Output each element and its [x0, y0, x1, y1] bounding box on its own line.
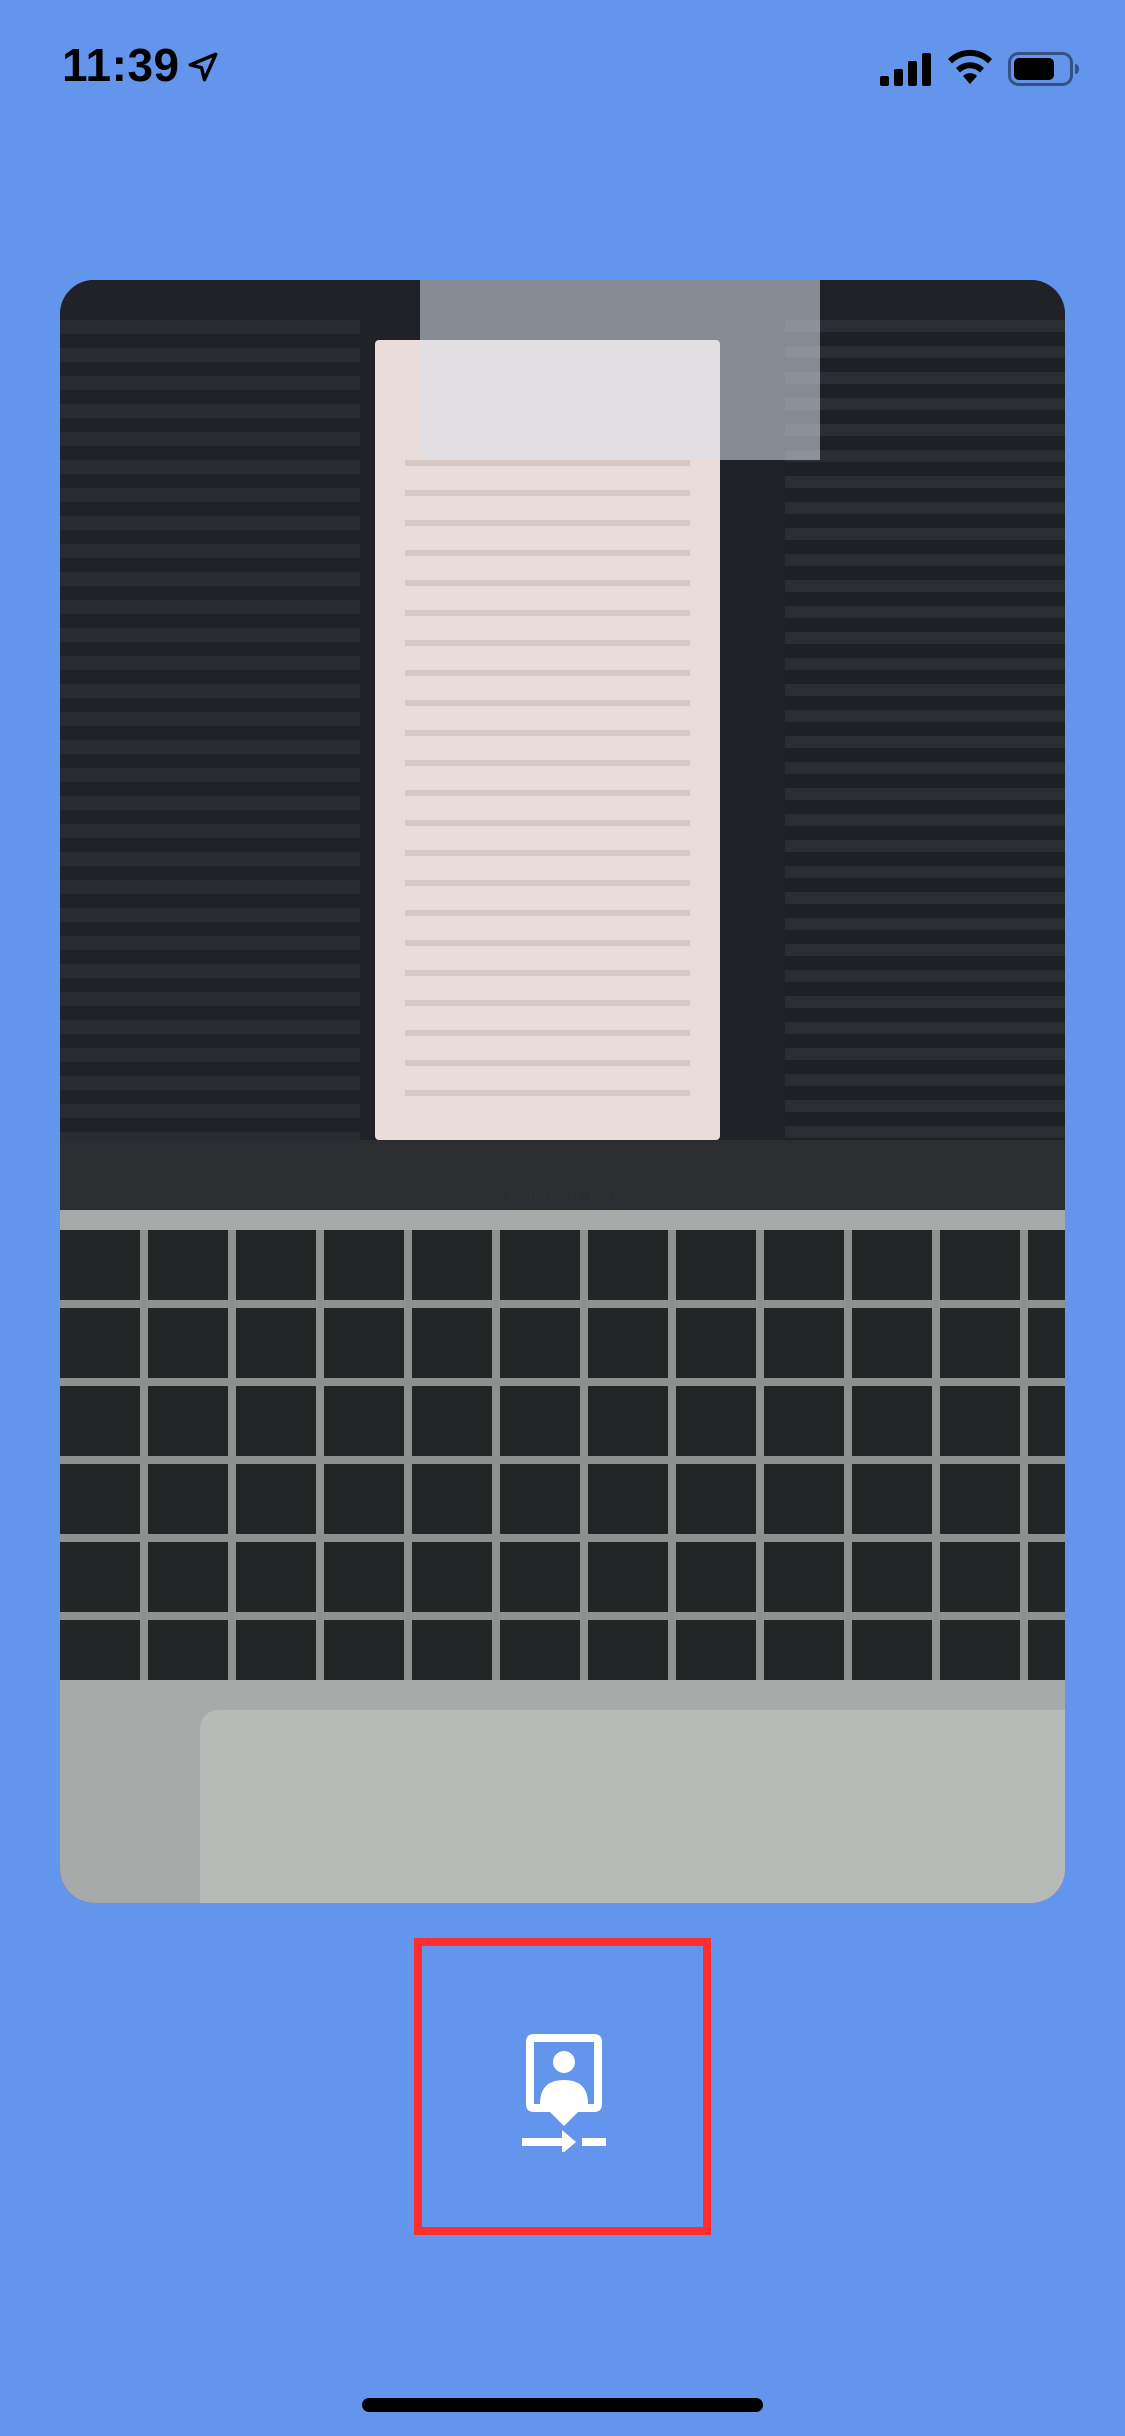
- status-bar: 11:39: [0, 0, 1125, 140]
- switch-camera-button[interactable]: [414, 1938, 711, 2235]
- preview-markdown-document: [375, 340, 720, 1140]
- preview-document-lines: [405, 460, 690, 1100]
- preview-laptop-label: MacBook Pro: [508, 1185, 617, 1205]
- preview-code-editor-right: [785, 320, 1065, 1140]
- wifi-icon: [948, 49, 992, 84]
- preview-code-editor-left: [60, 320, 360, 1140]
- location-arrow-icon: [188, 52, 218, 82]
- cellular-signal-icon: [880, 53, 931, 86]
- status-time: 11:39: [62, 39, 180, 91]
- preview-glare: [420, 280, 820, 460]
- preview-trackpad: [200, 1710, 1065, 1903]
- preview-keyboard: [60, 1210, 1065, 1903]
- home-indicator[interactable]: [362, 2398, 763, 2412]
- camera-preview: MacBook Pro: [60, 280, 1065, 1903]
- switch-camera-icon: [522, 2034, 606, 2152]
- preview-key-rows: [60, 1230, 1065, 1680]
- battery-icon: [1008, 52, 1079, 86]
- preview-laptop-screen: [60, 280, 1065, 1160]
